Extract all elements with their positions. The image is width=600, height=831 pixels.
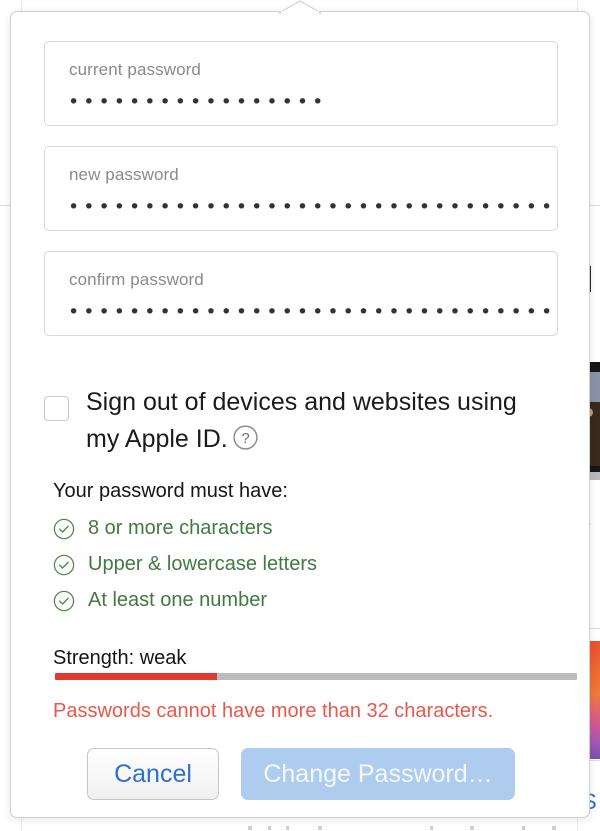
signout-devices-text: Sign out of devices and websites using m… — [86, 388, 517, 453]
new-password-label: new password — [69, 165, 179, 184]
cancel-button[interactable]: Cancel — [87, 748, 219, 800]
password-fields-group: current password ••••••••••••••••• new p… — [44, 41, 558, 356]
signout-devices-label: Sign out of devices and websites using m… — [86, 384, 551, 458]
requirement-item: Upper & lowercase letters — [53, 548, 553, 581]
current-password-field[interactable]: current password ••••••••••••••••• — [44, 41, 558, 126]
signout-devices-row[interactable]: Sign out of devices and websites using m… — [44, 384, 558, 458]
requirement-item: At least one number — [53, 584, 553, 617]
requirements-title: Your password must have: — [53, 480, 288, 502]
signout-devices-checkbox[interactable] — [44, 396, 69, 421]
confirm-password-field[interactable]: confirm password •••••••••••••••••••••••… — [44, 251, 558, 336]
requirement-label: 8 or more characters — [88, 517, 273, 539]
popover-actions: Cancel Change Password… — [11, 748, 591, 800]
password-strength-fill — [55, 673, 217, 680]
confirm-password-label: confirm password — [69, 270, 204, 289]
password-error-message: Passwords cannot have more than 32 chara… — [53, 700, 494, 722]
password-strength-label: Strength: weak — [53, 647, 187, 669]
check-circle-icon — [53, 590, 75, 611]
background-footer-text-specks — [0, 824, 600, 831]
new-password-input[interactable]: ••••••••••••••••••••••••••••••••••••••••… — [68, 194, 557, 220]
check-circle-icon — [53, 518, 75, 539]
requirement-label: At least one number — [88, 589, 267, 611]
confirm-password-input[interactable]: ••••••••••••••••••••••••••••••••••••••••… — [68, 299, 557, 325]
popover-arrow-icon — [278, 0, 322, 15]
current-password-label: current password — [69, 60, 201, 79]
current-password-input[interactable]: ••••••••••••••••• — [68, 89, 557, 115]
password-strength-bar — [55, 673, 577, 680]
requirement-label: Upper & lowercase letters — [88, 553, 317, 575]
requirements-list: 8 or more characters Upper & lowercase l… — [53, 512, 553, 620]
svg-text:?: ? — [241, 430, 249, 447]
change-password-button[interactable]: Change Password… — [241, 748, 515, 800]
check-circle-icon — [53, 554, 75, 575]
requirement-item: 8 or more characters — [53, 512, 553, 545]
new-password-field[interactable]: new password •••••••••••••••••••••••••••… — [44, 146, 558, 231]
change-password-popover: current password ••••••••••••••••• new p… — [10, 11, 590, 818]
question-mark-circle-icon[interactable]: ? — [232, 424, 259, 451]
